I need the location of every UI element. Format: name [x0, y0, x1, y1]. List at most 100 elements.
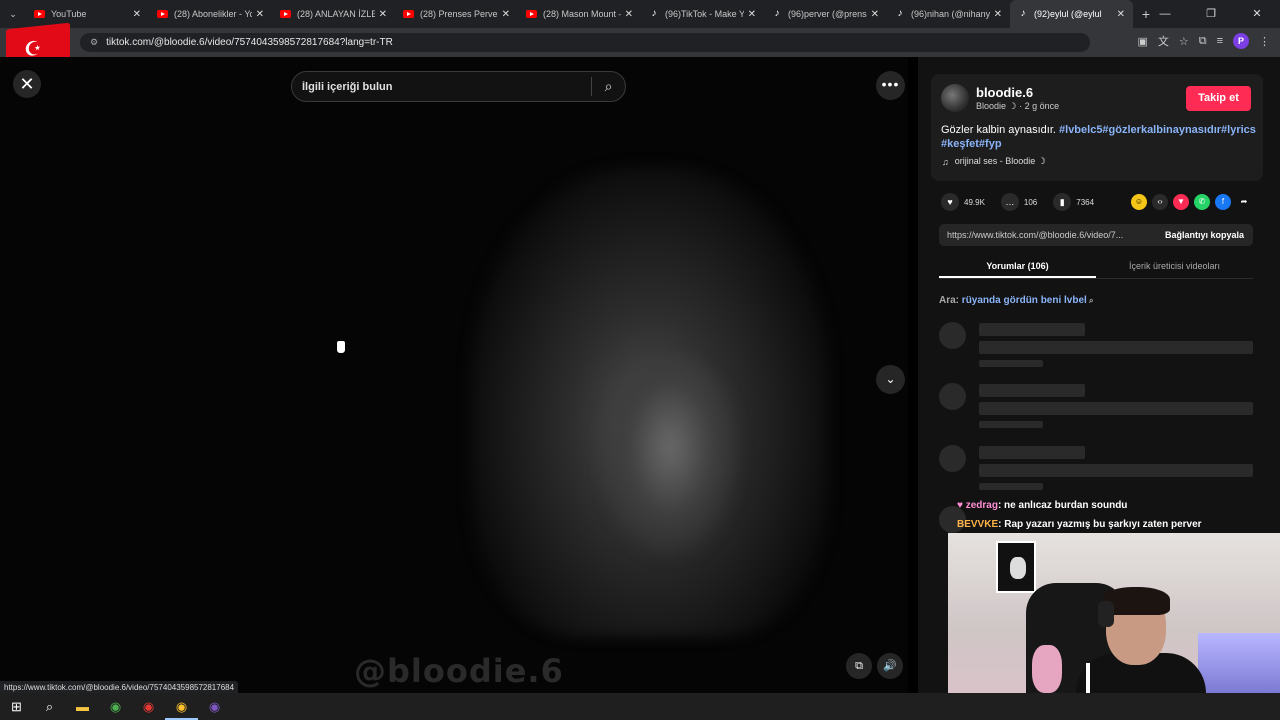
picture-in-picture-button[interactable]: ⧉: [846, 653, 872, 679]
next-video-chevron-down-icon[interactable]: ⌄: [876, 365, 905, 394]
tab-close-icon[interactable]: ✕: [748, 9, 756, 20]
webcam-microphone: [1098, 601, 1114, 627]
chat-username: zedrag: [965, 500, 998, 511]
browser-tab-active[interactable]: ♪ (92)eylul (@eylul ✕: [1010, 0, 1133, 28]
comment-button[interactable]: … 106: [1000, 193, 1037, 211]
reading-list-icon[interactable]: ≡: [1217, 35, 1223, 47]
send-to-friends-icon[interactable]: ▼: [1173, 194, 1189, 210]
site-info-icon[interactable]: ⚙: [90, 37, 98, 48]
tab-close-icon[interactable]: ✕: [256, 9, 264, 20]
emoji-share-icon[interactable]: ☺: [1131, 194, 1147, 210]
post-time: · 2 g önce: [1019, 101, 1060, 111]
file-explorer-icon[interactable]: ▬: [66, 693, 99, 720]
related-search-box[interactable]: ⌕: [291, 71, 626, 102]
creator-nickname: Bloodie ☽: [976, 101, 1017, 111]
address-bar[interactable]: ⚙ tiktok.com/@bloodie.6/video/7574043598…: [80, 33, 1090, 52]
skeleton-line: [979, 446, 1085, 459]
creator-nickname-time: Bloodie ☽ · 2 g önce: [976, 101, 1059, 112]
volume-button[interactable]: 🔊: [877, 653, 903, 679]
search-suggestion[interactable]: Ara: rüyanda gördün beni lvbel ⌕: [939, 295, 1094, 306]
browser-tab[interactable]: YouTube ✕: [26, 0, 149, 28]
save-button[interactable]: ▮ 7364: [1053, 193, 1094, 211]
restore-icon[interactable]: ❐: [1188, 0, 1234, 28]
search-icon[interactable]: ⌕: [592, 78, 625, 95]
tab-title: (28) ANLAYAN İZLESİ: [297, 9, 375, 19]
minimize-icon[interactable]: —: [1142, 0, 1188, 28]
windows-start-icon[interactable]: ⊞: [0, 693, 33, 720]
bookmark-star-icon[interactable]: ☆: [1179, 35, 1189, 48]
search-suggestion-prefix: Ara:: [939, 295, 962, 306]
skeleton-line: [979, 402, 1253, 415]
browser-tab[interactable]: (28) Mason Mount – ✕: [518, 0, 641, 28]
follow-button[interactable]: Takip et: [1186, 86, 1251, 111]
chrome-icon[interactable]: ◉: [99, 693, 132, 720]
creator-username[interactable]: bloodie.6: [976, 85, 1033, 100]
webcam-wall-poster: [996, 541, 1036, 593]
music-title: orijinal ses - Bloodie ☽: [954, 156, 1046, 166]
music-row[interactable]: ♫ orijinal ses - Bloodie ☽: [942, 156, 1046, 167]
tiktok-icon: ♪: [651, 8, 657, 19]
tab-comments[interactable]: Yorumlar (106): [939, 256, 1096, 278]
share-icons: ☺ ‹› ▼ ✆ f ➦: [1131, 194, 1252, 210]
copy-link-button[interactable]: Bağlantıyı kopyala: [1156, 230, 1253, 240]
whatsapp-icon[interactable]: ✆: [1194, 194, 1210, 210]
youtube-icon: [157, 10, 168, 18]
facebook-icon[interactable]: f: [1215, 194, 1231, 210]
embed-code-icon[interactable]: ‹›: [1152, 194, 1168, 210]
search-icon[interactable]: ⌕: [33, 693, 66, 720]
tab-close-icon[interactable]: ✕: [871, 9, 879, 20]
chat-text: : Rap yazarı yazmış bu şarkıyı zaten per…: [998, 519, 1202, 530]
heart-icon: ♥: [957, 500, 966, 511]
save-count: 7364: [1076, 197, 1095, 207]
browser-tab[interactable]: (28) Prenses Perver - ✕: [395, 0, 518, 28]
browser-tab[interactable]: ♪ (96)nihan (@nihanysl ✕: [887, 0, 1010, 28]
app-icon[interactable]: ◉: [132, 693, 165, 720]
skeleton-avatar: [939, 445, 966, 472]
heart-icon: ♥: [941, 193, 959, 211]
tab-close-icon[interactable]: ✕: [1117, 9, 1125, 20]
music-note-icon: ♫: [942, 156, 949, 167]
search-small-icon: ⌕: [1086, 296, 1094, 305]
obs-icon[interactable]: ◉: [198, 693, 231, 720]
creator-avatar[interactable]: [941, 84, 969, 112]
youtube-icon: [34, 10, 45, 18]
video-watermark: @bloodie.6: [354, 652, 564, 690]
skeleton-line: [979, 464, 1253, 477]
extensions-icon[interactable]: ⧉: [1199, 35, 1207, 48]
translate-icon[interactable]: 文: [1158, 33, 1169, 49]
close-window-icon[interactable]: ✕: [1234, 0, 1280, 28]
related-search-input[interactable]: [292, 80, 591, 93]
comment-tabs: Yorumlar (106) İçerik üreticisi videolar…: [939, 256, 1253, 278]
video-frame-face: [600, 357, 740, 557]
more-options-button[interactable]: •••: [876, 71, 905, 100]
browser-tab[interactable]: (28) Abonelikler - You ✕: [149, 0, 272, 28]
menu-dots-icon[interactable]: ⋮: [1259, 35, 1270, 48]
window-controls: — ❐ ✕: [1142, 0, 1280, 28]
share-arrow-icon[interactable]: ➦: [1236, 194, 1252, 210]
browser-tab[interactable]: ♪ (96)TikTok - Make Yo ✕: [641, 0, 764, 28]
youtube-icon: [280, 10, 291, 18]
search-suggestion-link[interactable]: rüyanda gördün beni lvbel: [962, 295, 1087, 306]
tab-close-icon[interactable]: ✕: [379, 9, 387, 20]
webcam-background-light: [1198, 633, 1280, 693]
video-player[interactable]: @bloodie.6: [0, 57, 908, 693]
tab-close-icon[interactable]: ✕: [502, 9, 510, 20]
tab-close-icon[interactable]: ✕: [133, 9, 141, 20]
tab-close-icon[interactable]: ✕: [625, 9, 633, 20]
tabs-divider: [939, 278, 1253, 279]
like-button[interactable]: ♥ 49.9K: [941, 193, 985, 211]
chat-text: : ne anlıcaz burdan soundu: [997, 500, 1128, 511]
comment-bubble-icon: …: [1000, 193, 1019, 211]
profile-avatar[interactable]: P: [1233, 33, 1249, 49]
tab-close-icon[interactable]: ✕: [994, 9, 1002, 20]
tab-creator-videos[interactable]: İçerik üreticisi videoları: [1096, 256, 1253, 278]
install-app-icon[interactable]: ▣: [1137, 35, 1147, 48]
skeleton-line: [979, 421, 1043, 428]
caption-text: Gözler kalbin aynasıdır.: [941, 124, 1060, 136]
tab-search-button[interactable]: ⌄: [0, 0, 26, 28]
chrome-active-icon[interactable]: ◉: [165, 693, 198, 720]
close-video-button[interactable]: ✕: [13, 70, 41, 98]
browser-tab[interactable]: (28) ANLAYAN İZLESİ ✕: [272, 0, 395, 28]
browser-tab[interactable]: ♪ (96)perver (@prense ✕: [764, 0, 887, 28]
browser-tab-bar: ⌄ YouTube ✕ (28) Abonelikler - You ✕ (28) …: [0, 0, 1280, 28]
